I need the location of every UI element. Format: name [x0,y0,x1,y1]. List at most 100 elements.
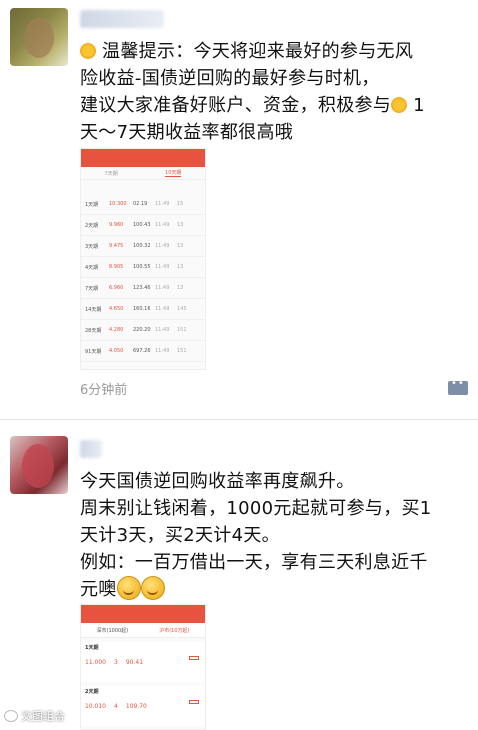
username-blurred[interactable] [80,10,164,28]
image-table-cell: 100.55 [133,264,151,270]
image-table-cell: 11:49 [155,201,170,207]
post-text-line: 天～7天期收益率都很高哦 [80,122,294,143]
image-table-cell: 4.280 [109,327,124,333]
post-text-line: 天计3天，买2天计4天。 [80,525,280,546]
image-table-cell: 13 [177,222,184,228]
image-table-cell: 11:49 [155,306,170,312]
image-table-cell: 4.650 [109,306,124,312]
image-header-bar [81,605,205,623]
post-text-line: 例如：一百万借出一天，享有三天利息近千 [80,552,428,573]
image-table-cell: 9.475 [109,243,124,249]
sun-icon [391,97,408,113]
image-tab: 7天期 [104,170,118,177]
image-table-cell: 697.26 [133,348,151,354]
sweat-face-icon [140,576,165,600]
image-table-row: 2天期 9.960 100.43 11:49 13 [81,215,205,236]
image-table-row: 91天期 4.050 697.26 11:49 151 [81,341,205,362]
image-table-cell: 4天期 [85,264,99,271]
post-image[interactable]: 7天期 10天期 1天期 10.300 02.19 11:49 15 2天期 9.960 10… [80,148,206,370]
image-table-cell: 123.46 [133,285,151,291]
image-table-cell: 145 [177,306,187,312]
image-table-cell: 02.19 [133,201,148,207]
post-text: 温馨提示：今天将迎来最好的参与无风 险收益-国债逆回购的最好参与时机， 建议大家… [80,38,472,146]
image-table-cell: 15 [177,201,184,207]
post-image[interactable]: 深市(1000起) 沪市(10万起) 1天期 11.000 3 90.41 2天期 10.… [80,604,206,730]
image-tabs: 7天期 10天期 [81,167,205,180]
image-item-values: 11.000 3 90.41 [85,659,201,666]
image-item-title: 1天期 [85,645,99,651]
image-table-row: 7天期 6.960 123.46 11:49 13 [81,278,205,299]
image-tab: 深市(1000起) [96,627,129,634]
image-item-value: 90.41 [125,659,144,666]
image-table-cell: 182天期 [85,369,109,370]
image-item-values: 10.010 4 109.70 [85,703,201,710]
image-table-cell: 7天期 [85,285,99,292]
avatar[interactable] [10,8,68,66]
post-text-line: 今天国债逆回购收益率再度飙升。 [80,471,355,492]
image-table-cell: 3天期 [85,243,99,250]
image-tab: 10天期 [165,170,182,177]
post-text-line: 周末别让钱闲着，1000元起就可参与，买1 [80,498,432,519]
image-table-cell: 160.16 [133,306,151,312]
sweat-face-icon [116,576,141,600]
image-item-button [189,656,199,660]
image-table: 1天期 10.300 02.19 11:49 15 2天期 9.960 100.43 11:49… [81,194,205,370]
image-table-cell: 3.900 [109,369,133,370]
watermark-text: 文图组合 [21,710,65,723]
image-table-row: 3天期 9.475 100.32 11:49 13 [81,236,205,257]
image-table-cell: 11:49 [155,285,170,291]
watermark: 文图组合 [4,708,65,724]
image-list: 1天期 11.000 3 90.41 2天期 10.010 4 109.70 [81,642,205,726]
image-item-value: 3 [114,659,118,666]
username-blurred[interactable] [80,440,102,458]
image-table-cell: 13 [177,243,184,249]
image-item-value: 10.010 [85,703,106,710]
post-text-line: 险收益-国债逆回购的最好参与时机， [80,68,380,89]
image-table-cell: 11:49 [155,222,170,228]
image-table-cell: 4.050 [109,348,124,354]
image-table-cell: 1944.66 [133,369,155,370]
image-table-cell: 11:49 [155,264,170,270]
image-table-cell: 11:49 [155,348,170,354]
post-time: 6分钟前 [80,383,128,398]
image-table-cell: 91天期 [85,348,102,355]
image-item-title: 2天期 [85,689,99,695]
post-text-line: 元噢 [80,579,117,600]
image-table-cell: 6.960 [109,285,124,291]
image-table-cell: 14天期 [85,306,102,313]
image-table-cell: 100.32 [133,243,151,249]
image-item-button [189,700,199,704]
image-table-row: 1天期 10.300 02.19 11:49 15 [81,194,205,215]
image-table-cell: 11:49 [155,243,170,249]
post-text-line: 1 [407,95,425,116]
image-table-row: 14天期 4.650 160.16 11:49 145 [81,299,205,320]
avatar-face [22,444,54,488]
image-table-cell: 151 [177,327,187,333]
image-item-value: 109.70 [125,703,147,710]
image-header-bar [81,149,205,167]
image-table-cell: 9.960 [109,222,124,228]
avatar[interactable] [10,436,68,494]
image-list-item: 1天期 11.000 3 90.41 [81,642,205,682]
image-table-cell: 2天期 [85,222,99,229]
image-table-cell: 13 [177,264,184,270]
image-table-cell: 220.20 [133,327,151,333]
image-item-value: 4 [114,703,118,710]
image-tab: 沪市(10万起) [159,627,190,634]
avatar-face [24,18,54,58]
image-table-cell: 151 [177,348,187,354]
weibo-icon [4,710,18,722]
image-table-row: 28天期 4.280 220.20 11:49 151 [81,320,205,341]
comment-icon[interactable] [448,378,468,395]
sun-icon [80,43,96,59]
image-table-cell: 1天期 [85,201,99,208]
image-table-cell: 13 [177,285,184,291]
image-tabs: 深市(1000起) 沪市(10万起) [81,623,205,638]
image-table-cell: 11:49 [155,369,177,370]
image-table-cell: 10.300 [109,201,127,207]
image-table-header [81,180,205,194]
image-table-cell: 8.905 [109,264,124,270]
image-table-cell: 1664 [177,369,197,370]
divider [0,419,478,420]
post-text-line: 建议大家准备好账户、资金，积极参与 [80,95,392,116]
